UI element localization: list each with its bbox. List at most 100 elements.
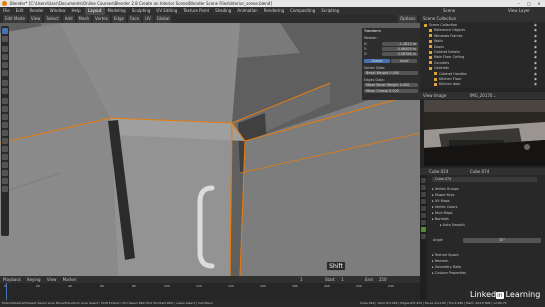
close-button[interactable]: ×: [534, 0, 544, 7]
workspace-tab-uv-editing[interactable]: UV Editing: [153, 7, 180, 15]
outliner-item[interactable]: Reference Objects ◉: [429, 28, 542, 33]
options-dropdown[interactable]: Options: [398, 15, 418, 23]
loop-cut-tool-icon[interactable]: [2, 122, 8, 128]
image-editor-menu[interactable]: View Image: [423, 93, 446, 98]
outliner-item[interactable]: Counters ◉: [429, 61, 542, 66]
shrink-fatten-tool-icon[interactable]: [2, 170, 8, 176]
workspace-tab-compositing[interactable]: Compositing: [287, 7, 318, 15]
spin-tool-icon[interactable]: [2, 146, 8, 152]
shear-tool-icon[interactable]: [2, 178, 8, 184]
outliner-item[interactable]: Scene Collection ◉: [424, 23, 542, 28]
timeline-menu-marker[interactable]: Marker: [63, 277, 77, 282]
property-section-header[interactable]: ▸ Vertex Groups: [432, 187, 459, 192]
menu-face[interactable]: Face: [127, 15, 142, 23]
property-section-header[interactable]: ▸ Face Maps: [432, 211, 452, 216]
menu-window[interactable]: Window: [47, 7, 69, 15]
x-field[interactable]: -1.2813 m: [382, 42, 418, 46]
outliner-item[interactable]: Walls ◉: [429, 39, 542, 44]
visibility-eye-icon[interactable]: ◉: [534, 66, 537, 71]
visibility-eye-icon[interactable]: ◉: [534, 45, 537, 50]
image-name-field[interactable]: IMG_20170...: [470, 92, 496, 99]
scene-selector[interactable]: Scene: [440, 7, 458, 15]
measure-tool-icon[interactable]: [2, 88, 8, 94]
timeline-menu-view[interactable]: View: [47, 277, 57, 282]
scene-properties-tab-icon[interactable]: [421, 199, 426, 204]
outliner-item[interactable]: Main Floor Ceiling ◉: [429, 55, 542, 60]
output-properties-tab-icon[interactable]: [421, 192, 426, 197]
workspace-tab-layout[interactable]: Layout: [84, 7, 105, 15]
cursor-tool-icon[interactable]: [2, 36, 8, 42]
workspace-tab-scripting[interactable]: Scripting: [318, 7, 342, 15]
menu-edge[interactable]: Edge: [111, 15, 126, 23]
workspace-tab-modeling[interactable]: Modeling: [105, 7, 129, 15]
angle-field[interactable]: 30°: [463, 238, 541, 243]
outliner-item[interactable]: Doors ◉: [429, 45, 542, 50]
workspace-tab-sculpting[interactable]: Sculpting: [129, 7, 154, 15]
outliner-item[interactable]: Kitchen Floor ◉: [434, 77, 542, 82]
outliner-item[interactable]: Cabinet Details ◉: [429, 50, 542, 55]
global-toggle[interactable]: Global: [364, 59, 390, 63]
z-field[interactable]: 0.56768 m: [382, 52, 418, 56]
property-section-header[interactable]: ▸ Shape Keys: [432, 193, 454, 198]
bevel-tool-icon[interactable]: [2, 114, 8, 120]
workspace-tab-animation[interactable]: Animation: [234, 7, 260, 15]
mode-selector[interactable]: Edit Mode: [3, 15, 27, 23]
visibility-eye-icon[interactable]: ◉: [534, 28, 537, 33]
render-properties-tab-icon[interactable]: [421, 185, 426, 190]
timeline-menu-keying[interactable]: Keying: [27, 277, 40, 282]
visibility-eye-icon[interactable]: ◉: [534, 55, 537, 60]
property-section-header[interactable]: ▸ Custom Properties: [432, 271, 466, 276]
property-section-header[interactable]: ▸ Geometry Data: [432, 265, 461, 270]
mean-bevel-field[interactable]: Mean Bevel Weight 0.000: [364, 83, 418, 87]
workspace-tab-shading[interactable]: Shading: [212, 7, 234, 15]
start-field[interactable]: 1: [341, 277, 344, 282]
rip-tool-icon[interactable]: [2, 186, 8, 192]
property-section-header[interactable]: ▸ UV Maps: [432, 199, 450, 204]
property-section-header[interactable]: ▸ Normals: [432, 217, 449, 222]
knife-tool-icon[interactable]: [2, 130, 8, 136]
property-section-header[interactable]: ▸ Vertex Colors: [432, 205, 457, 210]
property-section-header[interactable]: ▸ Remesh: [432, 259, 448, 264]
extrude-tool-icon[interactable]: [2, 98, 8, 104]
menu-view[interactable]: View: [28, 15, 43, 23]
menu-select[interactable]: Select: [44, 15, 61, 23]
transform-tool-icon[interactable]: [2, 70, 8, 76]
menu-render[interactable]: Render: [26, 7, 46, 15]
timeline-menu-playback[interactable]: Playback: [3, 277, 21, 282]
visibility-eye-icon[interactable]: ◉: [534, 61, 537, 66]
menu-uv[interactable]: UV: [143, 15, 153, 23]
menu-file[interactable]: File: [0, 7, 13, 15]
visibility-eye-icon[interactable]: ◉: [534, 72, 537, 77]
minimize-button[interactable]: –: [514, 0, 524, 7]
rotate-tool-icon[interactable]: [2, 54, 8, 60]
menu-edit[interactable]: Edit: [13, 7, 27, 15]
annotate-tool-icon[interactable]: [2, 80, 8, 86]
scale-tool-icon[interactable]: [2, 62, 8, 68]
maximize-button[interactable]: □: [524, 0, 534, 7]
menu-mesh[interactable]: Mesh: [76, 15, 92, 23]
menu-add[interactable]: Add: [62, 15, 75, 23]
bevel-weight-field[interactable]: Bevel Weight 0.000: [364, 71, 418, 75]
smooth-tool-icon[interactable]: [2, 154, 8, 160]
outliner-item[interactable]: Kitchen door ◉: [434, 82, 542, 87]
object-properties-tab-icon[interactable]: [421, 213, 426, 218]
tool-properties-tab-icon[interactable]: [421, 178, 426, 183]
poly-build-tool-icon[interactable]: [2, 138, 8, 144]
mesh-name-field[interactable]: Cube.074: [432, 177, 537, 182]
visibility-eye-icon[interactable]: ◉: [534, 34, 537, 39]
visibility-eye-icon[interactable]: ◉: [534, 50, 537, 55]
timeline-ruler[interactable]: 0 20 40 60 80 100 120 140 160 180 200 220 240: [0, 283, 420, 300]
inset-tool-icon[interactable]: [2, 106, 8, 112]
mesh-data-properties-tab-icon[interactable]: [421, 227, 426, 232]
move-tool-icon[interactable]: [2, 46, 8, 52]
modifier-properties-tab-icon[interactable]: [421, 220, 426, 225]
visibility-eye-icon[interactable]: ◉: [534, 77, 537, 82]
material-properties-tab-icon[interactable]: [421, 234, 426, 239]
menu-vertex[interactable]: Vertex: [93, 15, 110, 23]
property-section-header[interactable]: ▸ Auto Smooth: [440, 223, 465, 228]
workspace-tab-texture-paint[interactable]: Texture Paint: [180, 7, 212, 15]
end-field[interactable]: 250: [379, 277, 387, 282]
world-properties-tab-icon[interactable]: [421, 206, 426, 211]
outliner-item[interactable]: Cabinet Handles ◉: [434, 72, 542, 77]
edge-slide-tool-icon[interactable]: [2, 162, 8, 168]
